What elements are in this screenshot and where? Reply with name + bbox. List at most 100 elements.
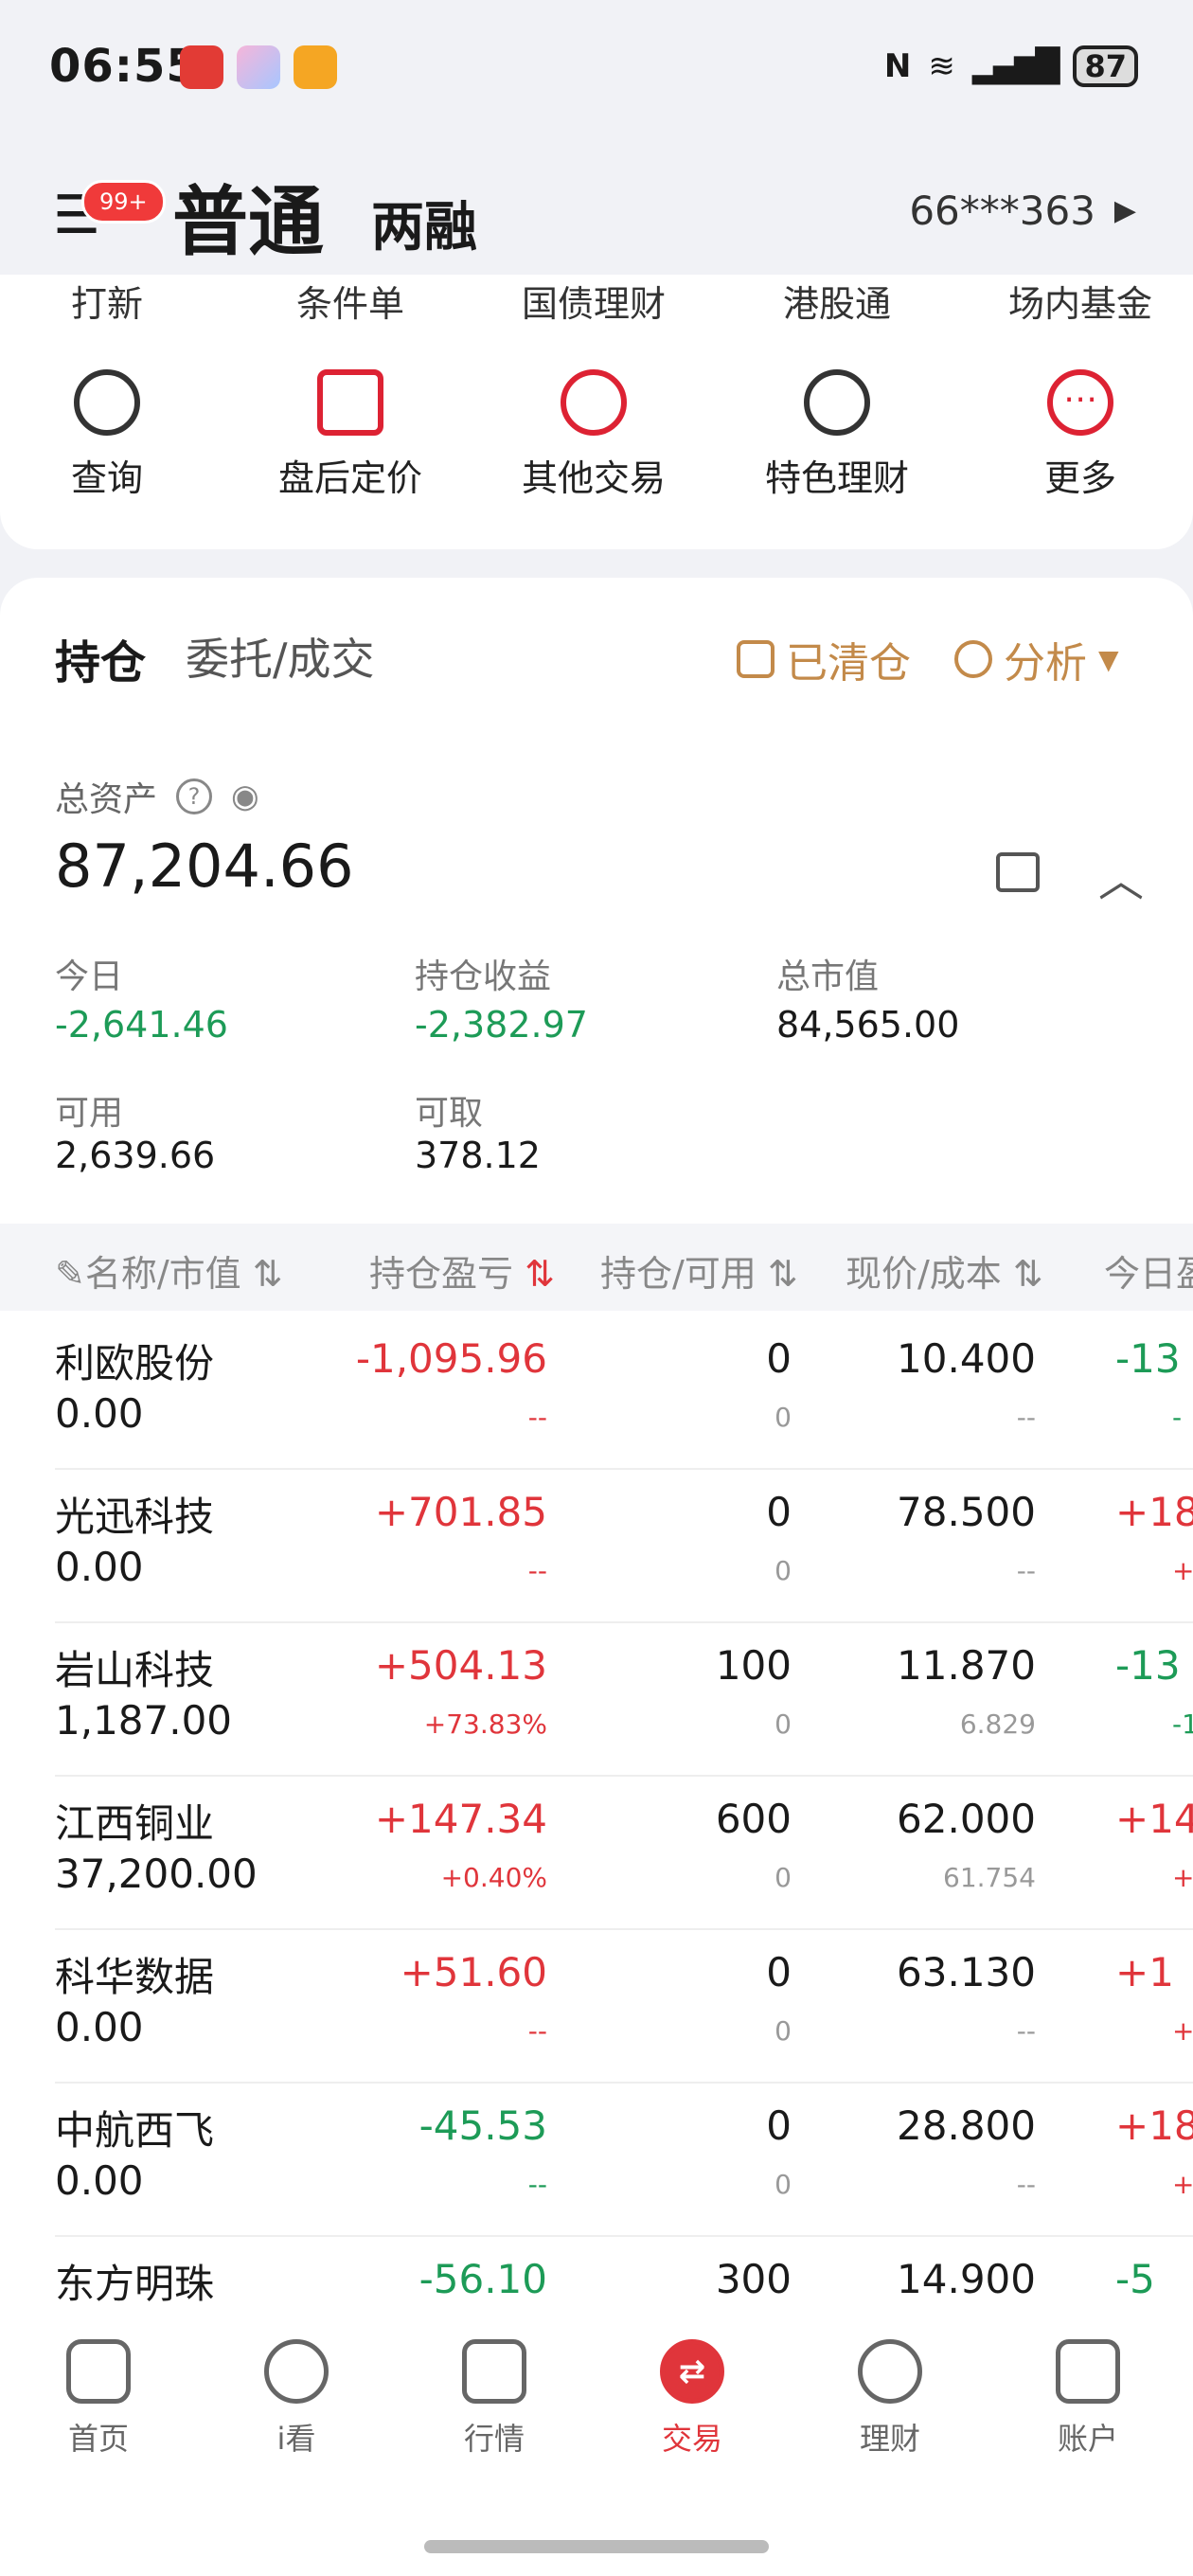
today-sub: + [1172,1555,1193,1586]
cost-price: -- [1016,1555,1036,1586]
medal-icon [804,369,870,436]
stock-name: 光迅科技 [55,1494,215,1540]
func-special-finance[interactable]: 特色理财 [742,369,932,501]
withdrawable-value: 378.12 [415,1135,541,1176]
analysis-button[interactable]: 分析 ▼ [954,629,1119,689]
today-profit: -13 [1115,1335,1181,1382]
position-profit: +504.13 [374,1642,547,1689]
position-qty: 0 [766,1335,792,1382]
table-row[interactable]: 江西铜业 37,200.00 +147.34 +0.40% 600 0 62.000 61.7… [55,1775,1193,1930]
nav-account[interactable]: 账户 [1017,2339,1159,2459]
position-qty: 0 [766,1949,792,1995]
eye-icon[interactable]: ◉ [231,778,259,815]
cost-price: -- [1016,1402,1036,1433]
today-sub: + [1172,1862,1193,1893]
current-price: 11.870 [897,1642,1036,1689]
help-icon[interactable]: ? [176,778,213,814]
status-time: 06:55 [49,40,199,93]
today-sub: + [1172,2169,1193,2200]
shortcut-fund[interactable]: 场内基金 [1008,275,1152,327]
shortcut-ipo[interactable]: 打新 [71,275,143,327]
position-qty: 300 [715,2256,792,2302]
nav-watch[interactable]: i看 [225,2339,367,2459]
collapse-icon[interactable]: ︿ [1098,843,1144,909]
wifi-icon: ≋ [928,47,955,85]
position-qty: 0 [766,1489,792,1535]
stock-name: 岩山科技 [55,1647,215,1693]
position-profit-value: -2,382.97 [415,1004,588,1046]
nav-trade[interactable]: ⇄ 交易 [621,2339,763,2459]
current-price: 14.900 [897,2256,1036,2302]
exchange-icon [317,369,383,436]
func-more[interactable]: ⋯ 更多 [986,369,1175,501]
stock-name: 中航西飞 [55,2107,215,2154]
table-row[interactable]: 利欧股份 0.00 -1,095.96 -- 0 0 10.400 -- -13 - [55,1315,1193,1470]
table-row[interactable]: 科华数据 0.00 +51.60 -- 0 0 63.130 -- +1 + [55,1928,1193,2084]
layout-toggle-icon[interactable] [996,852,1040,892]
profit-percent: -- [527,1555,547,1586]
stock-name: 利欧股份 [55,1340,215,1386]
market-value: 0.00 [55,2157,144,2204]
caret-right-icon: ▶ [1113,194,1136,227]
wallet-icon [1056,2339,1120,2404]
refresh-icon [561,369,627,436]
account-selector[interactable]: 66***363 ▶ [909,188,1136,234]
col-price[interactable]: 现价/成本 ⇅ [846,1244,1043,1297]
available-value: 2,639.66 [55,1135,216,1176]
available-qty: 0 [775,1862,792,1893]
stock-name: 江西铜业 [55,1800,215,1847]
bottom-nav [0,2320,1193,2576]
position-qty: 600 [715,1796,792,1842]
tab-orders[interactable]: 委托/成交 [186,625,375,688]
shortcut-bond[interactable]: 国债理财 [522,275,666,327]
tab-normal[interactable]: 普通 [172,161,324,271]
func-after-hours[interactable]: 盘后定价 [256,369,445,501]
trend-icon [954,640,992,678]
func-query[interactable]: 查询 [12,369,202,501]
today-profit: +14 [1115,1796,1193,1842]
nav-home[interactable]: 首页 [27,2339,169,2459]
current-price: 62.000 [897,1796,1036,1842]
notification-badge: 99+ [81,180,166,224]
stock-name: 科华数据 [55,1954,215,2000]
current-price: 28.800 [897,2102,1036,2149]
col-today[interactable]: 今日盈 [1104,1244,1193,1297]
table-row[interactable]: 光迅科技 0.00 +701.85 -- 0 0 78.500 -- +18 + [55,1468,1193,1623]
home-indicator[interactable] [424,2540,769,2553]
nav-finance[interactable]: 理财 [819,2339,961,2459]
func-other-trade[interactable]: 其他交易 [499,369,688,501]
shortcut-conditional[interactable]: 条件单 [296,275,404,327]
tab-holdings[interactable]: 持仓 [55,625,146,691]
stock-name: 东方明珠 [55,2261,215,2307]
app-icon-2 [237,45,280,89]
current-price: 63.130 [897,1949,1036,1995]
available-qty: 0 [775,2169,792,2200]
chart-icon [462,2339,526,2404]
total-assets-label: 总资产 ? ◉ [55,778,259,819]
shortcut-row: 打新 条件单 国债理财 港股通 场内基金 [0,275,1193,325]
tab-margin[interactable]: 两融 [371,185,477,261]
profit-percent: -- [527,2015,547,2047]
position-profit: +701.85 [374,1489,547,1535]
col-name[interactable]: ✎名称/市值 ⇅ [55,1244,283,1297]
market-value-label: 总市值 [776,957,880,996]
today-value: -2,641.46 [55,1004,228,1046]
edit-icon: ✎ [55,1253,85,1295]
app-icon-3 [294,45,337,89]
today-sub: + [1172,2015,1193,2047]
table-row[interactable]: 岩山科技 1,187.00 +504.13 +73.83% 100 0 11.870 6.82… [55,1621,1193,1777]
col-profit[interactable]: 持仓盈亏 ⇅ [369,1244,555,1297]
nav-market[interactable]: 行情 [423,2339,565,2459]
shortcut-hk[interactable]: 港股通 [783,275,891,327]
battery-icon: 87 [1073,45,1138,87]
profit-percent: -- [527,1402,547,1433]
position-profit: -45.53 [418,2102,547,2149]
more-icon: ⋯ [1047,369,1113,436]
status-icons: N ≋ ▂▄▆█ 87 [884,45,1138,87]
col-position[interactable]: 持仓/可用 ⇅ [600,1244,798,1297]
table-row[interactable]: 中航西飞 0.00 -45.53 -- 0 0 28.800 -- +18 + [55,2082,1193,2237]
cost-price: 61.754 [943,1862,1036,1893]
available-label: 可用 [55,1094,124,1133]
cleared-button[interactable]: 已清仓 [737,629,911,689]
today-sub: - [1172,1402,1183,1433]
